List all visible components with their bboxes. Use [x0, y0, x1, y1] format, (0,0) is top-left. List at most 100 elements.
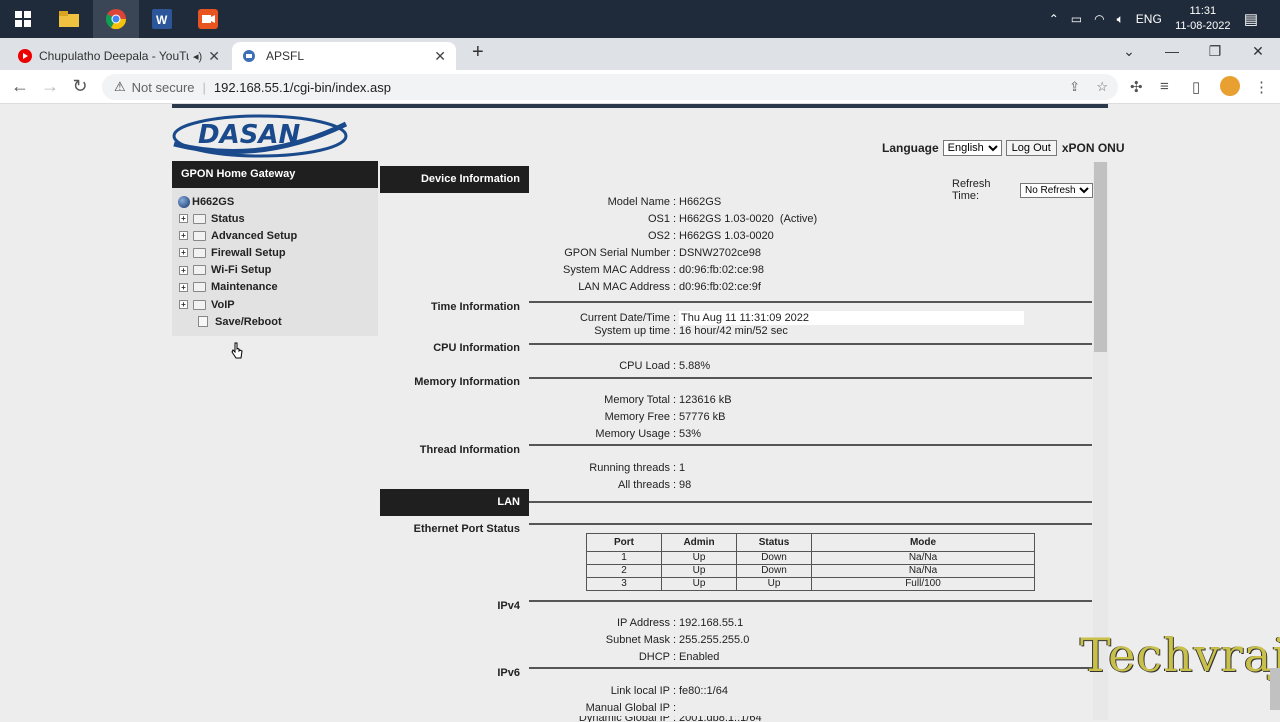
section-memory-information: Memory Information	[414, 376, 520, 388]
sidebar-item-voip[interactable]: + VoIP	[172, 296, 378, 313]
chevron-up-icon[interactable]: ⌃	[1049, 12, 1059, 26]
reload-icon[interactable]: ↻	[68, 76, 92, 97]
close-tab-icon[interactable]: ✕	[208, 48, 220, 65]
word-icon[interactable]: W	[139, 0, 185, 38]
document-icon	[198, 316, 208, 328]
info-key: IP Address	[617, 617, 670, 629]
divider	[529, 444, 1092, 446]
sidebar-item-save-reboot[interactable]: Save/Reboot	[172, 313, 378, 330]
info-value: H662GS 1.03-0020	[679, 230, 774, 242]
expand-icon[interactable]: +	[179, 265, 188, 275]
tab-bar: Chupulatho Deepala - YouTu ◂) ✕ APSFL ✕ …	[0, 38, 1280, 70]
restore-button[interactable]: ❐	[1193, 38, 1237, 66]
info-value: 5.88%	[679, 360, 711, 372]
info-row: Running threads:1	[529, 461, 685, 475]
section-time-information: Time Information	[430, 301, 520, 313]
sidebar-item-label: Advanced Setup	[211, 229, 298, 242]
notification-icon[interactable]: ▤	[1244, 10, 1258, 28]
sidebar-item-maintenance[interactable]: + Maintenance	[172, 279, 378, 296]
tab-label: Chupulatho Deepala - YouTu	[39, 49, 189, 63]
expand-icon[interactable]: +	[179, 300, 188, 310]
info-value: Enabled	[679, 651, 720, 663]
share-icon[interactable]: ⇪	[1069, 79, 1080, 95]
tab-apsfl[interactable]: APSFL ✕	[232, 42, 456, 70]
info-value: d0:96:fb:02:ce:9f	[679, 281, 761, 293]
close-tab-icon[interactable]: ✕	[434, 48, 446, 65]
language-select[interactable]: English	[942, 140, 1002, 156]
info-key: Dynamic Global IP	[578, 716, 670, 722]
extensions-icon[interactable]: ✣	[1130, 78, 1143, 96]
column-header: Port	[586, 533, 662, 552]
info-key: OS2	[647, 230, 670, 242]
windows-start-icon[interactable]	[0, 0, 46, 38]
side-panel-icon[interactable]: ▯	[1192, 78, 1200, 96]
language-indicator[interactable]: ENG	[1136, 12, 1162, 26]
clock[interactable]: 11:31 11-08-2022	[1168, 4, 1238, 34]
table-row: 3 Up Up Full/100	[586, 577, 1035, 591]
table-cell: Down	[736, 551, 812, 565]
page-scrollbar-thumb[interactable]	[1270, 668, 1280, 710]
sidebar-item-advanced-setup[interactable]: + Advanced Setup	[172, 227, 378, 244]
sidebar-item-wifi-setup[interactable]: + Wi-Fi Setup	[172, 262, 378, 279]
divider	[529, 667, 1092, 669]
sidebar-item-firewall-setup[interactable]: + Firewall Setup	[172, 244, 378, 261]
column-header: Status	[736, 533, 812, 552]
sidebar-item-status[interactable]: + Status	[172, 210, 378, 227]
table-cell: Na/Na	[811, 564, 1035, 578]
wifi-icon[interactable]: ◠	[1094, 12, 1104, 26]
nav-tree: H662GS + Status + Advanced Setup + Firewall…	[172, 188, 378, 330]
bookmark-star-icon[interactable]: ☆	[1096, 79, 1108, 95]
reading-list-icon[interactable]: ≡	[1160, 78, 1169, 95]
audio-icon[interactable]: ◂)	[193, 50, 202, 63]
menu-icon[interactable]: ⋮	[1254, 78, 1269, 96]
expand-icon[interactable]: +	[179, 248, 188, 258]
tree-root[interactable]: H662GS	[172, 194, 378, 210]
tab-search-icon[interactable]: ⌄	[1107, 38, 1151, 66]
sidebar-item-label: Maintenance	[211, 281, 278, 294]
table-cell: 2	[586, 564, 662, 578]
site-favicon-icon	[243, 50, 255, 62]
ethernet-port-table: Port Admin Status Mode 1 Up Down Na/Na 2 Up D…	[586, 533, 1035, 591]
profile-avatar[interactable]	[1220, 76, 1240, 96]
info-key: GPON Serial Number	[564, 247, 670, 259]
table-cell: Up	[736, 577, 812, 591]
new-tab-button[interactable]: +	[462, 38, 494, 66]
volume-icon[interactable]: 🔈︎	[1117, 12, 1124, 27]
system-tray: ⌃ ▭ ◠ 🔈︎ ENG 11:31 11-08-2022 ▤	[1043, 0, 1280, 38]
warning-icon[interactable]: ⚠	[114, 79, 126, 95]
expand-icon[interactable]: +	[179, 282, 188, 292]
sidebar: GPON Home Gateway H662GS + Status + Advanc…	[172, 161, 378, 336]
info-row: Dynamic Global IP:2001:db8:1::1/64	[529, 716, 762, 722]
table-row: 1 Up Down Na/Na	[586, 551, 1035, 565]
back-icon[interactable]: ←	[8, 76, 32, 97]
refresh-select[interactable]: No Refresh	[1020, 182, 1093, 198]
refresh-control: Refresh Time: No Refresh	[952, 178, 1093, 202]
battery-icon[interactable]: ▭	[1071, 12, 1082, 26]
scrollbar-thumb[interactable]	[1094, 162, 1107, 352]
expand-icon[interactable]: +	[179, 231, 188, 241]
info-key: Memory Total	[604, 394, 670, 406]
chrome-icon[interactable]	[93, 0, 139, 38]
sidebar-item-label: VoIP	[211, 298, 235, 311]
table-header-row: Port Admin Status Mode	[586, 533, 1035, 552]
language-bar: Language English Log Out xPON ONU	[882, 140, 1125, 156]
table-cell: Up	[661, 551, 737, 565]
info-value: 123616 kB	[679, 394, 732, 406]
url-text[interactable]: 192.168.55.1/cgi-bin/index.asp	[214, 80, 391, 95]
tab-youtube[interactable]: Chupulatho Deepala - YouTu ◂) ✕	[8, 42, 230, 70]
info-row: LAN MAC Address: d0:96:fb:02:ce:9f	[529, 280, 761, 294]
info-value: H662GS	[679, 196, 722, 208]
expand-icon[interactable]: +	[179, 214, 188, 224]
info-row: Memory Free:57776 kB	[529, 410, 726, 424]
logout-button[interactable]: Log Out	[1005, 140, 1057, 156]
info-value: 53%	[679, 428, 702, 440]
minimize-button[interactable]: —	[1150, 38, 1194, 66]
file-explorer-icon[interactable]	[46, 0, 92, 38]
video-app-icon[interactable]	[185, 0, 231, 38]
info-value: fe80::1/64	[679, 685, 728, 697]
divider	[529, 600, 1092, 602]
close-window-button[interactable]: ✕	[1236, 38, 1280, 66]
security-label[interactable]: Not secure	[132, 80, 195, 95]
address-bar[interactable]: ⚠ Not secure | 192.168.55.1/cgi-bin/inde…	[102, 74, 1118, 100]
forward-icon[interactable]: →	[38, 76, 62, 97]
